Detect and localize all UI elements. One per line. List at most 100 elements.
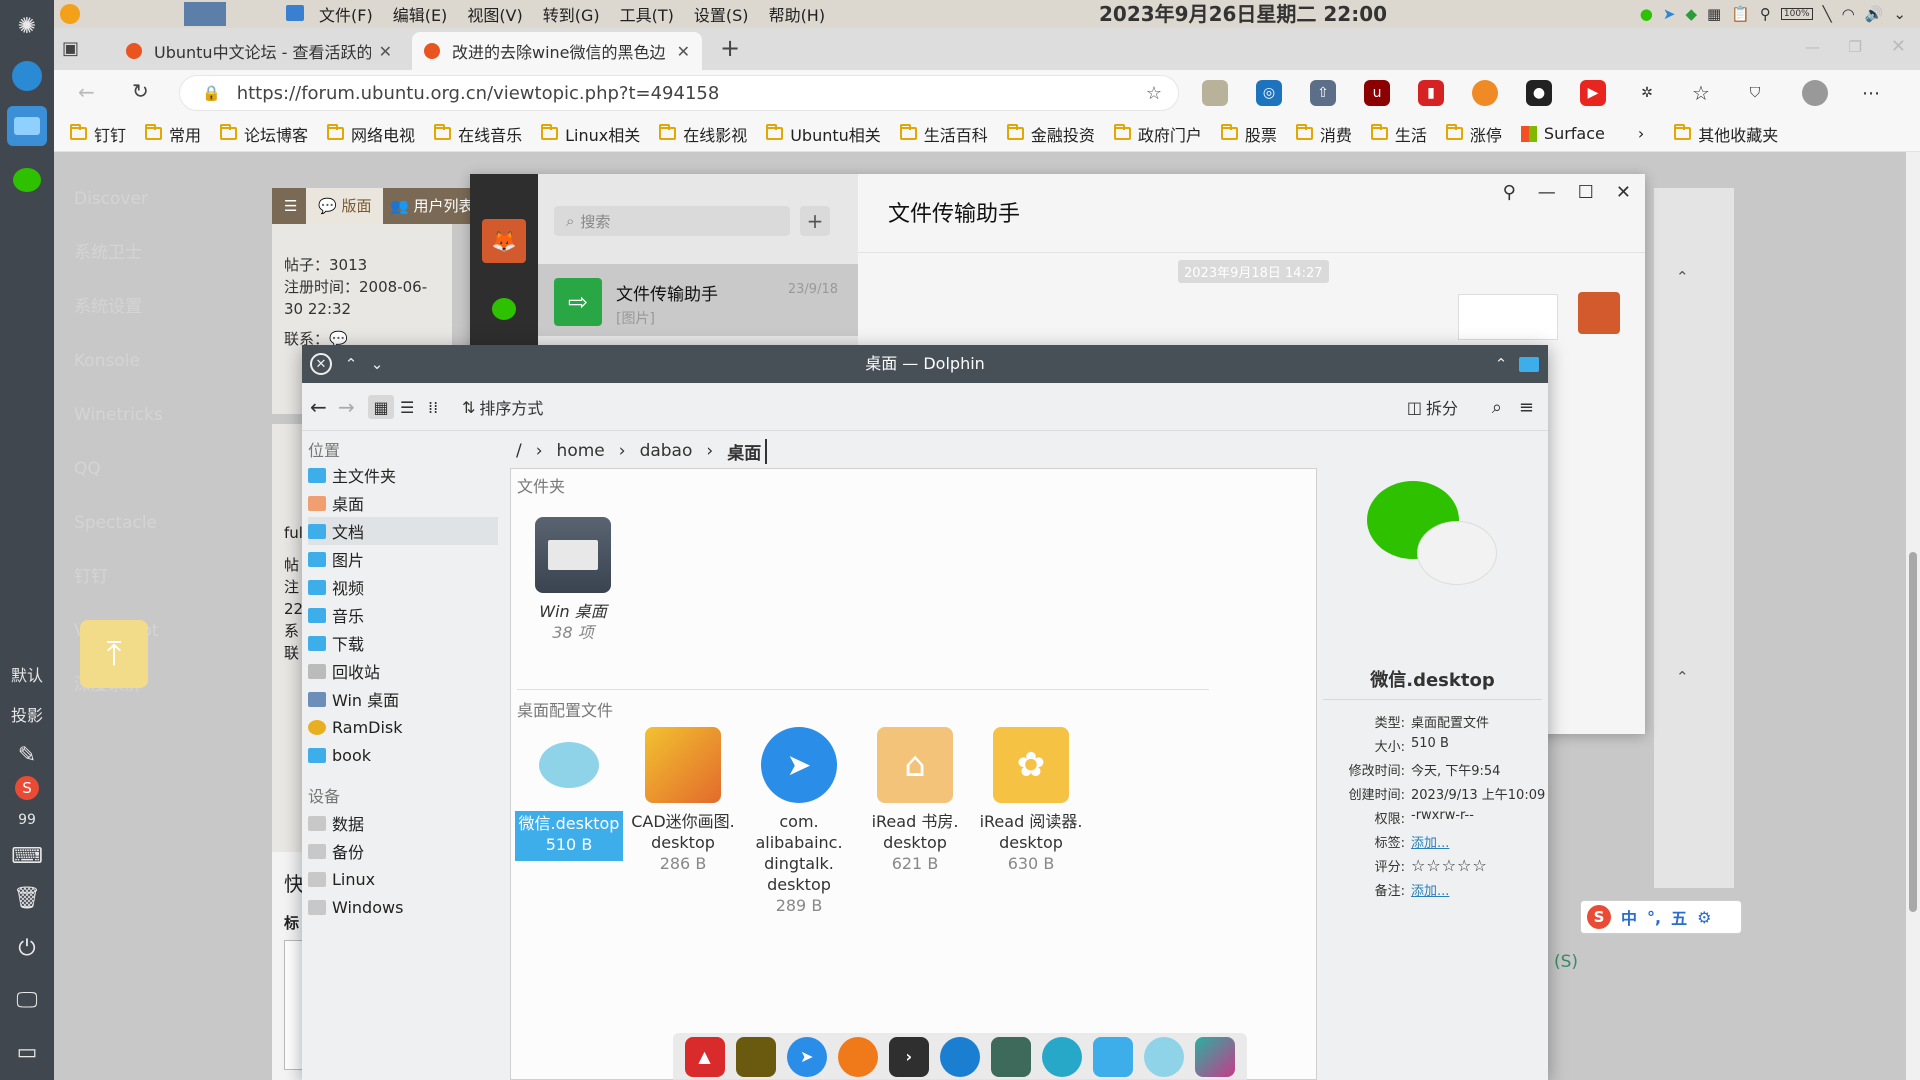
- clipboard-icon[interactable]: 📋: [1731, 5, 1750, 23]
- browser-edge-icon[interactable]: [7, 56, 47, 96]
- system-monitor-icon[interactable]: [991, 1036, 1031, 1077]
- chevron-down-icon[interactable]: ⌄: [366, 353, 388, 375]
- compact-view-icon[interactable]: ⁞⁞: [428, 395, 438, 419]
- show-desktop-icon[interactable]: ▭: [7, 1032, 47, 1072]
- bookmark-folder[interactable]: 消费: [1295, 122, 1352, 146]
- window-titlebar[interactable]: 桌面 — Dolphin ✕ ⌃ ⌄ ⌃: [302, 345, 1548, 383]
- chat-icon[interactable]: [492, 298, 516, 320]
- maximize-icon[interactable]: ❐: [1849, 38, 1862, 56]
- bookmark-folder[interactable]: 政府门户: [1113, 122, 1202, 146]
- extensions-icon[interactable]: ✲: [1634, 80, 1660, 106]
- close-icon[interactable]: ✕: [310, 353, 332, 375]
- minimize-icon[interactable]: —: [1805, 38, 1820, 56]
- mask-extension-icon[interactable]: ●: [1526, 80, 1552, 106]
- gear-icon[interactable]: ⚙: [1697, 908, 1711, 927]
- menu-file[interactable]: 文件(F): [319, 2, 373, 26]
- favorites-icon[interactable]: ☆: [1688, 80, 1714, 106]
- page-scrollbar[interactable]: [1906, 152, 1920, 1080]
- dolphin-taskbar-icon[interactable]: [7, 106, 47, 146]
- bookmark-folder[interactable]: 生活: [1370, 122, 1427, 146]
- message-image[interactable]: [1458, 294, 1558, 340]
- submit-hint[interactable]: (S): [1554, 952, 1578, 972]
- bookmark-folder[interactable]: 在线影视: [659, 122, 747, 146]
- app-red-arrow-icon[interactable]: ▲: [684, 1036, 725, 1077]
- clock[interactable]: 2023年9月26日星期二 22:00: [1099, 0, 1387, 28]
- window-preview-icon[interactable]: [184, 2, 226, 26]
- close-icon[interactable]: ✕: [379, 42, 392, 61]
- device-windows[interactable]: Windows: [308, 893, 498, 921]
- dingtalk-dock-icon[interactable]: ➤: [786, 1036, 827, 1077]
- ime-scheme-toggle[interactable]: 五: [1671, 905, 1687, 929]
- add-comment-link[interactable]: 添加...: [1411, 880, 1449, 899]
- app-launcher-icon[interactable]: ✺: [7, 6, 47, 46]
- scrollbar-thumb[interactable]: [1909, 552, 1917, 912]
- menu-help[interactable]: 帮助(H): [769, 2, 826, 26]
- bookmark-folder[interactable]: 股票: [1220, 122, 1277, 146]
- close-icon[interactable]: ✕: [677, 42, 690, 61]
- bookmark-folder[interactable]: 生活百科: [899, 122, 988, 146]
- green-app-tray-icon[interactable]: ◆: [1685, 5, 1697, 23]
- pen-tray-icon[interactable]: ╲: [1823, 5, 1832, 23]
- menu-go[interactable]: 转到(G): [543, 2, 600, 26]
- keyboard-icon[interactable]: ⌨: [7, 836, 47, 876]
- details-view-icon[interactable]: ☰: [400, 395, 414, 419]
- sun-icon[interactable]: [60, 4, 80, 24]
- breadcrumb-desktop[interactable]: 桌面: [727, 438, 768, 464]
- app-yellow-image-icon[interactable]: [735, 1036, 776, 1077]
- network-tray-icon[interactable]: ▦: [1707, 5, 1721, 23]
- location-icon[interactable]: ⚲: [1760, 5, 1771, 23]
- back-icon[interactable]: ←: [78, 80, 95, 104]
- trash-icon[interactable]: 🗑: [7, 878, 47, 918]
- bookmarks-overflow-icon[interactable]: ›: [1638, 124, 1644, 143]
- profile-avatar[interactable]: [1802, 80, 1828, 106]
- collapse-up-icon[interactable]: ⌃: [1676, 668, 1689, 686]
- wechat-dock-icon[interactable]: [1144, 1036, 1185, 1077]
- power-icon[interactable]: ⏻: [7, 928, 47, 968]
- menu-view[interactable]: 视图(V): [467, 2, 522, 26]
- lock-icon[interactable]: 🔒: [202, 84, 221, 102]
- play-extension-icon[interactable]: ▶: [1580, 80, 1606, 106]
- bookmark-folder[interactable]: 金融投资: [1006, 122, 1095, 146]
- dolphin-dock-icon[interactable]: [1093, 1036, 1134, 1077]
- volume-icon[interactable]: 🔊: [1865, 5, 1884, 23]
- firefox-icon[interactable]: [837, 1036, 878, 1077]
- back-icon[interactable]: ←: [310, 395, 327, 419]
- app-teal-pink-icon[interactable]: [1195, 1036, 1236, 1077]
- file-cad-desktop[interactable]: CAD迷你画图. desktop 286 B: [629, 727, 737, 874]
- menu-tools[interactable]: 工具(T): [620, 2, 674, 26]
- close-icon[interactable]: ✕: [1891, 36, 1906, 57]
- breadcrumb-root[interactable]: /: [516, 441, 522, 461]
- more-menu-icon[interactable]: ⋯: [1858, 80, 1884, 106]
- file-wechat-desktop[interactable]: 微信.desktop 510 B: [515, 727, 623, 861]
- place-videos[interactable]: 视频: [308, 573, 498, 601]
- avatar[interactable]: [1578, 292, 1620, 334]
- menu-settings[interactable]: 设置(S): [694, 2, 749, 26]
- folder-item[interactable]: Win 桌面 38 项: [519, 517, 627, 643]
- place-book[interactable]: book: [308, 741, 498, 769]
- video-extension-icon[interactable]: ▮: [1418, 80, 1444, 106]
- forum-menu-icon[interactable]: ☰: [272, 188, 309, 224]
- favorite-star-icon[interactable]: ☆: [1146, 83, 1162, 104]
- forum-nav-board[interactable]: 💬 版面: [306, 188, 384, 224]
- monitor-icon[interactable]: 🖵: [7, 980, 47, 1020]
- add-tags-link[interactable]: 添加...: [1411, 832, 1449, 851]
- device-data[interactable]: 数据: [308, 809, 498, 837]
- device-backup[interactable]: 备份: [308, 837, 498, 865]
- upload-extension-icon[interactable]: ⇧: [1310, 80, 1336, 106]
- telegram-tray-icon[interactable]: ➤: [1663, 5, 1676, 23]
- new-tab-button[interactable]: +: [720, 34, 740, 62]
- ime-mode-toggle[interactable]: 中: [1621, 905, 1637, 929]
- bookmark-folder[interactable]: 网络电视: [327, 122, 415, 146]
- bookmark-folder[interactable]: 钉钉: [70, 122, 126, 146]
- edge-icon[interactable]: [939, 1036, 980, 1077]
- file-iread-study-desktop[interactable]: ⌂ iRead 书房. desktop 621 B: [861, 727, 969, 874]
- battery-icon[interactable]: 100%: [1780, 8, 1813, 20]
- place-documents[interactable]: 文档: [308, 517, 498, 545]
- edge-dev-icon[interactable]: [1042, 1036, 1083, 1077]
- breadcrumb-home[interactable]: home: [557, 441, 605, 461]
- icons-view-icon[interactable]: ▦: [368, 395, 394, 419]
- bookmark-folder-other[interactable]: 其他收藏夹: [1674, 122, 1778, 146]
- ime-punctuation-toggle[interactable]: °,: [1647, 908, 1661, 927]
- tab-ubuntu-forum[interactable]: Ubuntu中文论坛 - 查看活跃的 ✕: [114, 32, 404, 70]
- file-iread-reader-desktop[interactable]: ✿ iRead 阅读器. desktop 630 B: [977, 727, 1085, 874]
